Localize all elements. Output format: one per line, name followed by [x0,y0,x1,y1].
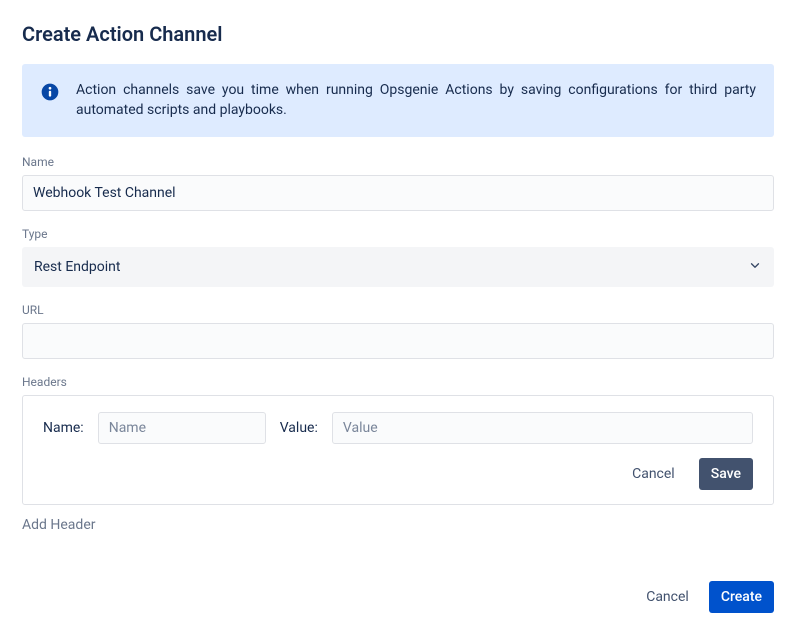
footer-actions: Cancel Create [22,581,774,613]
cancel-button[interactable]: Cancel [634,581,701,613]
add-header-link[interactable]: Add Header [22,517,96,533]
header-value-label: Value: [280,420,318,436]
name-label: Name [22,155,774,169]
header-row: Name: Value: [43,412,753,444]
type-field-group: Type Rest Endpoint [22,227,774,287]
url-field-group: URL [22,303,774,359]
info-banner-text: Action channels save you time when runni… [76,80,756,121]
info-icon [40,82,60,102]
header-cancel-button[interactable]: Cancel [620,458,687,490]
info-banner: Action channels save you time when runni… [22,64,774,137]
name-input[interactable] [22,175,774,211]
create-button[interactable]: Create [709,581,774,613]
header-save-button[interactable]: Save [699,458,753,490]
header-value-input[interactable] [332,412,753,444]
type-label: Type [22,227,774,241]
headers-label: Headers [22,375,774,389]
headers-field-group: Headers Name: Value: Cancel Save Add Hea… [22,375,774,533]
headers-box: Name: Value: Cancel Save [22,395,774,505]
url-label: URL [22,303,774,317]
type-select-value: Rest Endpoint [34,259,120,275]
name-field-group: Name [22,155,774,211]
header-row-actions: Cancel Save [43,458,753,490]
header-name-input[interactable] [98,412,266,444]
header-name-label: Name: [43,420,84,436]
url-input[interactable] [22,323,774,359]
type-select[interactable]: Rest Endpoint [22,247,774,287]
page-title: Create Action Channel [22,22,774,46]
